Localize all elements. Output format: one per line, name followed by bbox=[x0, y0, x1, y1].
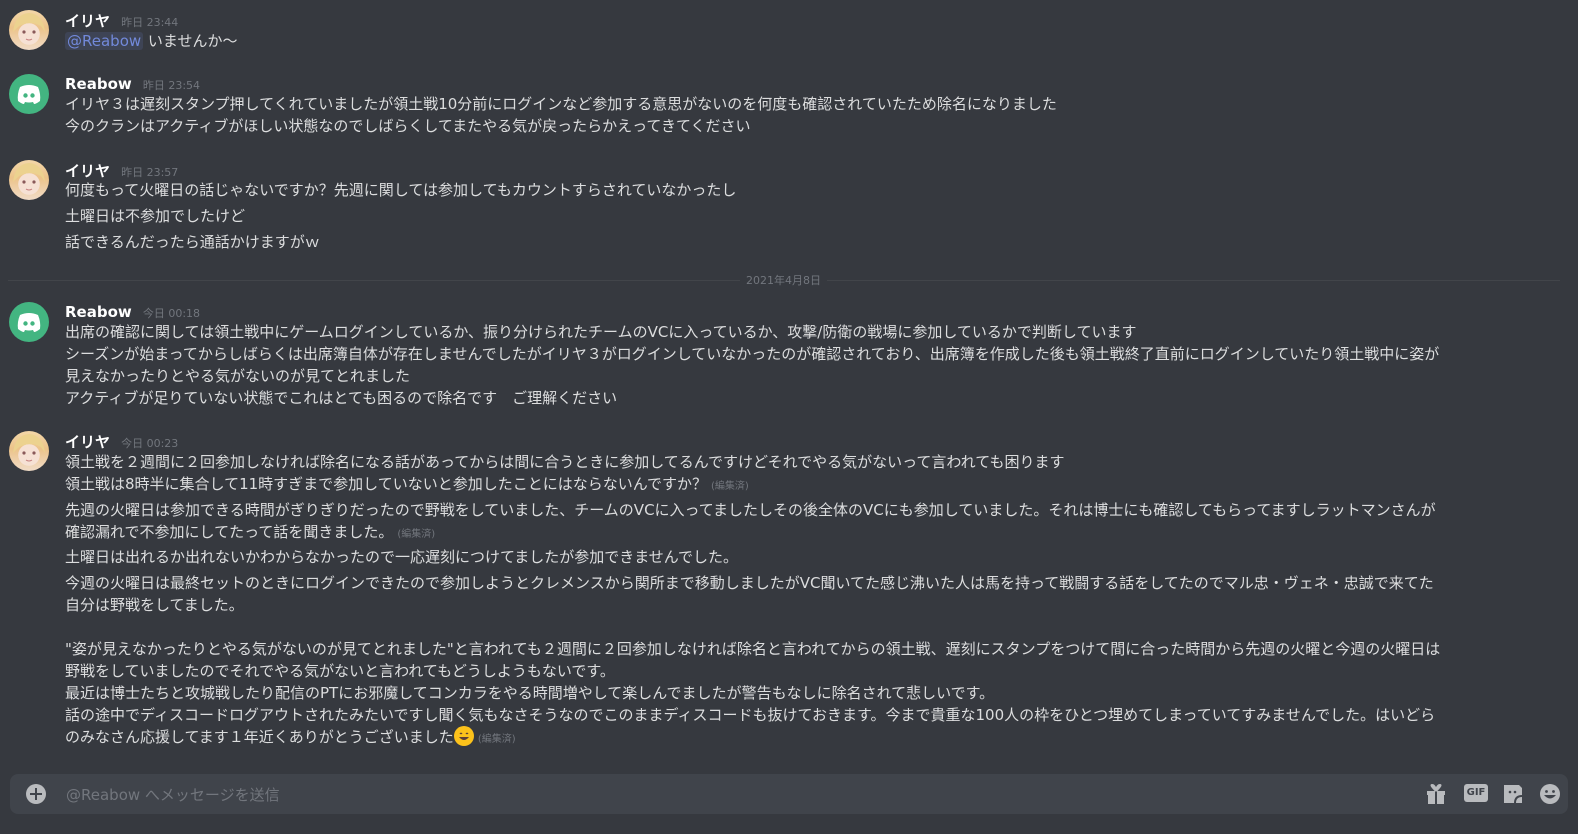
username[interactable]: イリヤ bbox=[65, 162, 110, 180]
edited-label: (編集済) bbox=[711, 481, 749, 492]
avatar[interactable] bbox=[9, 74, 49, 114]
message-header: イリヤ 昨日 23:57 bbox=[65, 160, 178, 180]
message-header: Reabow 昨日 23:54 bbox=[65, 74, 200, 94]
message-text: 確認漏れで不参加にしてたって話を聞きました。 (編集済) bbox=[65, 521, 1525, 546]
edited-label: (編集済) bbox=[477, 734, 516, 745]
message-line: 出席の確認に関しては領土戦中にゲームログインしているか、振り分けられたチームのV… bbox=[65, 323, 1137, 341]
timestamp: 昨日 23:44 bbox=[121, 16, 179, 29]
message-header: Reabow 今日 00:18 bbox=[65, 302, 200, 322]
edited-label: (編集済) bbox=[397, 529, 436, 540]
message-line: 自分は野戦をしてました。 bbox=[65, 596, 244, 614]
message-line: イリヤ３は遅刻スタンプ押してくれていましたが領土戦10分前にログインなど参加する… bbox=[65, 95, 1057, 113]
username[interactable]: Reabow bbox=[65, 303, 132, 321]
message-list: イリヤ 昨日 23:44 @Reabow いませんか～ Reabow 昨日 23… bbox=[0, 0, 1578, 770]
gift-icon[interactable] bbox=[1424, 783, 1448, 805]
message-line: "姿が見えなかったりとやる気がないのが見てとれました"と言われても２週間に２回参… bbox=[65, 640, 1441, 658]
username[interactable]: Reabow bbox=[65, 75, 132, 93]
message-line: のみなさん応援してます１年近くありがとうございました bbox=[65, 728, 454, 746]
discord-logo-icon bbox=[17, 313, 41, 332]
message-text: のみなさん応援してます１年近くありがとうございました (編集済) bbox=[65, 726, 1525, 751]
grinning-cat-emoji-icon[interactable] bbox=[453, 726, 474, 746]
user-mention[interactable]: @Reabow bbox=[65, 32, 144, 50]
message-line: 土曜日は出れるか出れないかわからなかったので一応遅刻につけてましたが参加できませ… bbox=[65, 548, 739, 566]
avatar[interactable] bbox=[9, 302, 49, 342]
username[interactable]: イリヤ bbox=[65, 433, 110, 451]
message-text: @Reabow いませんか～ bbox=[65, 30, 1525, 52]
message-header: イリヤ 今日 00:23 bbox=[65, 431, 178, 451]
message-line: 最近は博士たちと攻城戦したり配信のPTにお邪魔してコンカラをやる時間増やして楽し… bbox=[65, 684, 995, 702]
discord-logo-icon bbox=[17, 85, 41, 104]
timestamp: 昨日 23:57 bbox=[121, 166, 179, 179]
message-line: 何度もって火曜日の話じゃないですか？先週に関しては参加してもカウントすらされてい… bbox=[65, 181, 737, 199]
message-line: 話できるんだったら通話かけますがｗ bbox=[65, 233, 320, 251]
message-header: イリヤ 昨日 23:44 bbox=[65, 10, 178, 30]
date-divider-label: 2021年4月8日 bbox=[740, 272, 827, 288]
message-line: 領土戦を２週間に２回参加しなければ除名になる話があってからは間に合うときに参加し… bbox=[65, 453, 1065, 471]
avatar[interactable] bbox=[9, 10, 49, 50]
message-line: 確認漏れで不参加にしてたって話を聞きました。 bbox=[65, 523, 394, 541]
message-line: 土曜日は不参加でしたけど bbox=[65, 207, 246, 225]
message-input[interactable] bbox=[64, 774, 1408, 816]
message-line: 話の途中でディスコードログアウトされたみたいですし聞く気もなさそうなのでこのまま… bbox=[65, 706, 1436, 724]
message-line: シーズンが始まってからしばらくは出席簿自体が存在しませんでしたがイリヤ３がログイ… bbox=[65, 345, 1440, 363]
message-line: 先週の火曜日は参加できる時間がぎりぎりだったので野戦をしていました、チームのVC… bbox=[65, 501, 1436, 519]
message-line: 見えなかったりとやる気がないのが見てとれました bbox=[65, 367, 411, 385]
message-line: 領土戦は8時半に集合して11時すぎまで参加していないと参加したことにはならないん… bbox=[65, 475, 707, 493]
username[interactable]: イリヤ bbox=[65, 12, 110, 30]
plus-circle-icon[interactable] bbox=[26, 784, 46, 804]
message-line: 今のクランはアクティブがほしい状態なのでしばらくしてまたやる気が戻ったらかえって… bbox=[65, 117, 751, 135]
message-line: 野戦をしていましたのでそれでやる気がないと言われてもどうしようもないです。 bbox=[65, 662, 615, 680]
emoji-icon[interactable] bbox=[1538, 783, 1562, 805]
timestamp: 今日 00:23 bbox=[121, 437, 179, 450]
avatar[interactable] bbox=[9, 431, 49, 471]
timestamp: 今日 00:18 bbox=[142, 307, 201, 320]
message-composer: GIF bbox=[10, 774, 1568, 816]
message-line: 今週の火曜日は最終セットのときにログインできたので参加しようとクレメンスから関所… bbox=[65, 574, 1434, 592]
timestamp: 昨日 23:54 bbox=[142, 79, 201, 92]
message-line: いませんか～ bbox=[147, 32, 238, 50]
sticker-icon[interactable] bbox=[1501, 783, 1525, 805]
gif-icon[interactable]: GIF bbox=[1464, 784, 1488, 802]
avatar[interactable] bbox=[9, 160, 49, 200]
message-text: 領土戦は8時半に集合して11時すぎまで参加していないと参加したことにはならないん… bbox=[65, 473, 1525, 498]
message-line: アクティブが足りていない状態でこれはとても困るので除名です ご理解ください bbox=[65, 389, 618, 407]
